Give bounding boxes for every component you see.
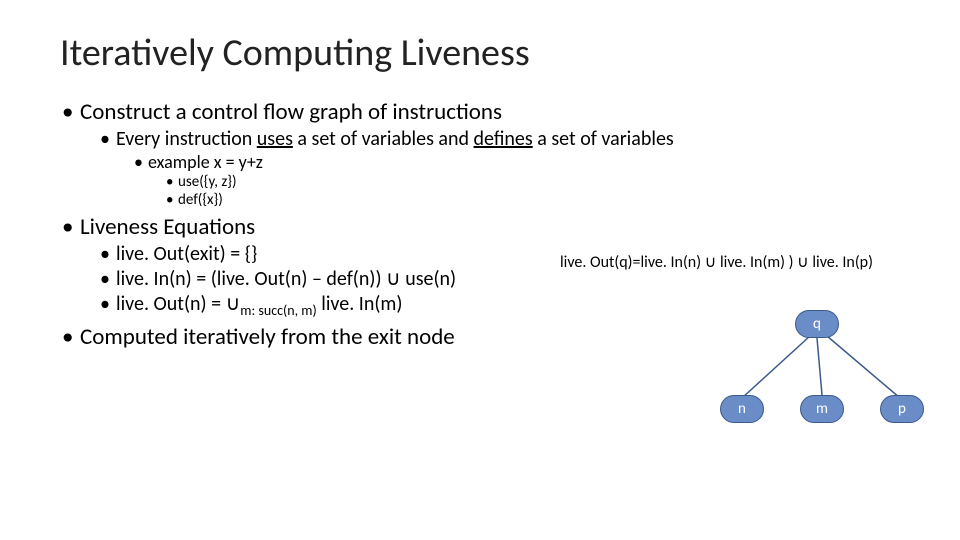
bullet-construct-cfg: Construct a control flow graph of instru… (80, 98, 900, 209)
bullet-uses-defines: Every instruction uses a set of variable… (116, 128, 676, 209)
text: Construct a control flow graph of instru… (80, 98, 502, 126)
uses-underline: uses (257, 127, 293, 151)
graph-node-m: m (800, 395, 844, 423)
text: live. Out(exit) = {} (116, 242, 257, 266)
bullet-example: example x = y+z use({y, z}) def({x}) (148, 152, 676, 209)
graph-node-q: q (795, 310, 839, 338)
text: live. Out(n) = ∪ (116, 292, 240, 316)
bullet-def-set: def({x}) (178, 192, 676, 209)
slide-title: Iteratively Computing Liveness (60, 30, 900, 76)
text: live. In(n) = (live. Out(n) – def(n)) ∪ … (116, 267, 456, 291)
text: example x = y+z (148, 151, 263, 173)
defines-underline: defines (474, 127, 533, 151)
text: use({y, z}) (178, 173, 237, 191)
text: Computed iteratively from the exit node (80, 323, 455, 351)
text: a set of variables (533, 127, 674, 151)
graph-node-n: n (720, 395, 764, 423)
liveout-q-equation: live. Out(q)=live. In(n) ∪ live. In(m) )… (560, 252, 873, 272)
successor-graph: q n m p (680, 310, 960, 470)
text: def({x}) (178, 191, 223, 209)
graph-node-p: p (880, 395, 924, 423)
text: Every instruction (116, 127, 257, 151)
text: Liveness Equations (80, 213, 255, 241)
text: a set of variables and (293, 127, 474, 151)
text: live. In(m) (317, 292, 403, 316)
bullet-use-set: use({y, z}) (178, 174, 676, 191)
slide: Iteratively Computing Liveness Construct… (0, 0, 960, 540)
subscript: m: succ(n, m) (240, 302, 316, 319)
